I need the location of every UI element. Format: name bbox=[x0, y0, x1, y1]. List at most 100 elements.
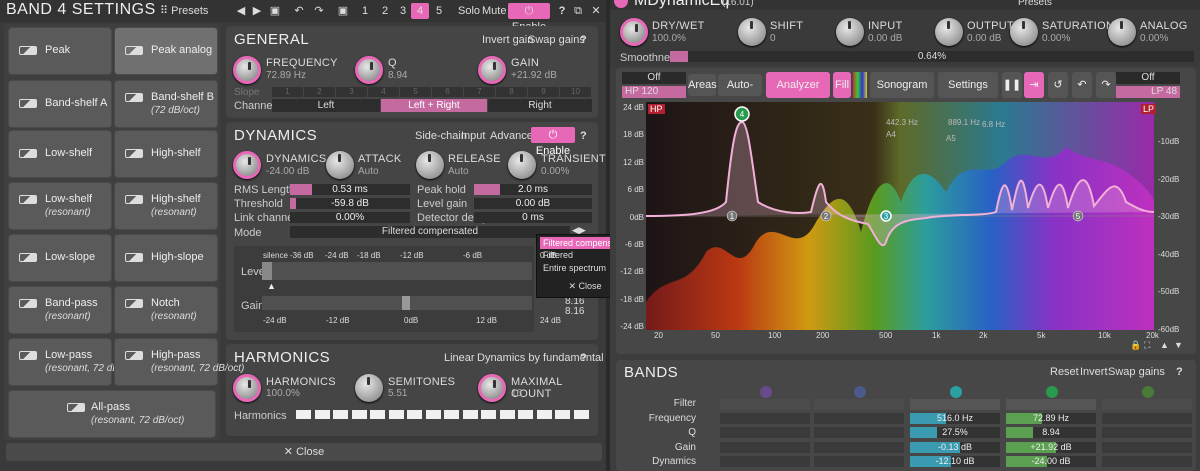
close-button[interactable]: ✕ Close bbox=[6, 443, 602, 461]
copy-icon[interactable]: ▣ bbox=[268, 3, 282, 19]
popout-icon[interactable]: ⧉ bbox=[572, 3, 584, 19]
dropdown-option-entire-spectrum[interactable]: Entire spectrum bbox=[543, 263, 606, 273]
random-icon[interactable]: ▣ bbox=[336, 3, 350, 19]
bands-invert-button[interactable]: Invert bbox=[1080, 366, 1108, 378]
channel-right[interactable]: Right bbox=[488, 99, 592, 112]
band-tab-3[interactable]: 3 bbox=[396, 3, 410, 19]
color-mode-icon[interactable] bbox=[853, 72, 867, 98]
redo-graph-icon[interactable]: ↷ bbox=[1096, 72, 1116, 98]
q-knob[interactable] bbox=[355, 56, 383, 84]
band-filter-cell[interactable] bbox=[1102, 399, 1192, 410]
mode-select[interactable]: Filtered compensated bbox=[290, 226, 570, 238]
prev-icon[interactable]: ◀ bbox=[234, 3, 248, 19]
harmonic-cell[interactable] bbox=[518, 410, 533, 419]
enable-button[interactable]: ⏻ Enable bbox=[508, 3, 550, 33]
plugin-presets-button[interactable]: Presets bbox=[1018, 0, 1052, 8]
band-value-cell[interactable] bbox=[814, 456, 904, 467]
band-value-cell[interactable] bbox=[1102, 413, 1192, 424]
maximal-count-knob[interactable] bbox=[478, 374, 506, 402]
band-column-1-icon[interactable] bbox=[760, 386, 772, 398]
analog-knob[interactable] bbox=[1108, 18, 1136, 46]
filter-type-all-pass-res-button[interactable]: All-pass (resonant, 72 dB/oct) bbox=[8, 390, 216, 438]
harmonics-selector[interactable] bbox=[296, 408, 592, 422]
harmonic-cell[interactable] bbox=[296, 410, 311, 419]
band-value-cell[interactable] bbox=[720, 456, 810, 467]
filter-type-band-pass-res-button[interactable]: Band-pass (resonant) bbox=[8, 286, 112, 334]
band4-q-cell[interactable]: 8.94 bbox=[1006, 427, 1096, 438]
next-icon[interactable]: ▶ bbox=[250, 3, 264, 19]
eq-graph[interactable]: 1 2 3 4 5 bbox=[646, 102, 1154, 330]
band-column-2-icon[interactable] bbox=[854, 386, 866, 398]
slope-tick[interactable]: 6 bbox=[432, 87, 463, 97]
redo-icon[interactable]: ↷ bbox=[312, 3, 326, 19]
saturation-knob[interactable] bbox=[1010, 18, 1038, 46]
band-filter-cell[interactable] bbox=[814, 399, 904, 410]
lp-value[interactable]: LP 48 bbox=[1116, 86, 1180, 98]
band-column-3-icon[interactable] bbox=[950, 386, 962, 398]
undo-graph-icon[interactable]: ↶ bbox=[1072, 72, 1092, 98]
semitones-knob[interactable] bbox=[355, 374, 383, 402]
harmonic-cell[interactable] bbox=[555, 410, 570, 419]
filter-type-low-pass-res-button[interactable]: Low-pass (resonant, 72 dB/oct) bbox=[8, 338, 138, 386]
harmonic-cell[interactable] bbox=[573, 410, 589, 419]
band-tab-4[interactable]: 4 bbox=[411, 3, 429, 19]
band-column-5-icon[interactable] bbox=[1142, 386, 1154, 398]
mute-button[interactable]: Mute bbox=[482, 3, 506, 19]
bands-help-icon[interactable]: ? bbox=[1176, 366, 1183, 378]
help-icon[interactable]: ? bbox=[556, 3, 568, 19]
slope-tick[interactable]: 7 bbox=[464, 87, 495, 97]
harmonic-cell[interactable] bbox=[536, 410, 552, 419]
harmonic-cell[interactable] bbox=[462, 410, 478, 419]
band-value-cell[interactable] bbox=[814, 427, 904, 438]
slope-selector[interactable]: 1 2 3 4 5 6 7 8 9 10 bbox=[272, 87, 592, 97]
filter-type-band-shelf-b-res-button[interactable]: Band-shelf B (72 dB/oct) bbox=[114, 80, 218, 128]
harmonic-cell[interactable] bbox=[388, 410, 404, 419]
band4-gain-cell[interactable]: +21.92 dB bbox=[1006, 442, 1096, 453]
harmonics-help-icon[interactable]: ? bbox=[580, 352, 587, 364]
band3-freq-cell[interactable]: 516.0 Hz bbox=[910, 413, 1000, 424]
dynamics-enable-button[interactable]: ⏻ Enable bbox=[531, 127, 575, 157]
slope-tick[interactable]: 2 bbox=[304, 87, 335, 97]
bands-reset-button[interactable]: Reset bbox=[1050, 366, 1079, 378]
slope-tick[interactable]: 4 bbox=[368, 87, 399, 97]
harmonic-cell[interactable] bbox=[499, 410, 515, 419]
transient-knob[interactable] bbox=[508, 151, 536, 179]
band-value-cell[interactable] bbox=[814, 442, 904, 453]
channel-left[interactable]: Left bbox=[272, 99, 380, 112]
harmonic-cell[interactable] bbox=[333, 410, 348, 419]
filter-type-low-shelf-button[interactable]: Low-shelf bbox=[8, 130, 112, 178]
filter-type-high-shelf-button[interactable]: High-shelf bbox=[114, 130, 218, 178]
pause-icon[interactable]: ❚❚ bbox=[1002, 72, 1022, 98]
sidechain-button[interactable]: Side-chain bbox=[415, 130, 467, 142]
settings-button[interactable]: Settings bbox=[938, 72, 998, 98]
gain-knob[interactable] bbox=[478, 56, 506, 84]
harmonic-cell[interactable] bbox=[370, 410, 385, 419]
band-filter-cell[interactable] bbox=[720, 399, 810, 410]
lock-icon[interactable]: 🔒 bbox=[1130, 340, 1141, 351]
filter-type-high-slope-button[interactable]: High-slope bbox=[114, 234, 218, 282]
threshold-slider[interactable]: -59.8 dB bbox=[290, 198, 410, 209]
band-value-cell[interactable] bbox=[1102, 442, 1192, 453]
filter-type-low-shelf-res-button[interactable]: Low-shelf (resonant) bbox=[8, 182, 112, 230]
general-help-icon[interactable]: ? bbox=[580, 34, 587, 46]
slope-tick[interactable]: 1 bbox=[272, 87, 303, 97]
undo-icon[interactable]: ↶ bbox=[292, 3, 306, 19]
frequency-knob[interactable] bbox=[233, 56, 261, 84]
band-tab-2[interactable]: 2 bbox=[378, 3, 392, 19]
band-value-cell[interactable] bbox=[720, 413, 810, 424]
band-value-cell[interactable] bbox=[720, 427, 810, 438]
analyzer-button[interactable]: Analyzer bbox=[766, 72, 830, 98]
output-knob[interactable] bbox=[935, 18, 963, 46]
harmonic-cell[interactable] bbox=[425, 410, 441, 419]
level-gain-slider[interactable]: 0.00 dB bbox=[474, 198, 592, 209]
rms-slider[interactable]: 0.53 ms bbox=[290, 184, 410, 195]
link-channels-slider[interactable]: 0.00% bbox=[290, 212, 410, 223]
slope-tick[interactable]: 9 bbox=[528, 87, 559, 97]
fullscreen-icon[interactable]: ⛶ bbox=[1144, 340, 1150, 351]
bands-swap-button[interactable]: Swap gains bbox=[1108, 366, 1165, 378]
attack-knob[interactable] bbox=[326, 151, 354, 179]
peak-hold-slider[interactable]: 2.0 ms bbox=[474, 184, 592, 195]
filter-type-high-shelf-res-button[interactable]: High-shelf (resonant) bbox=[114, 182, 218, 230]
slope-tick[interactable]: 10 bbox=[560, 87, 591, 97]
scale-down-icon[interactable]: ▼ bbox=[1174, 340, 1183, 350]
